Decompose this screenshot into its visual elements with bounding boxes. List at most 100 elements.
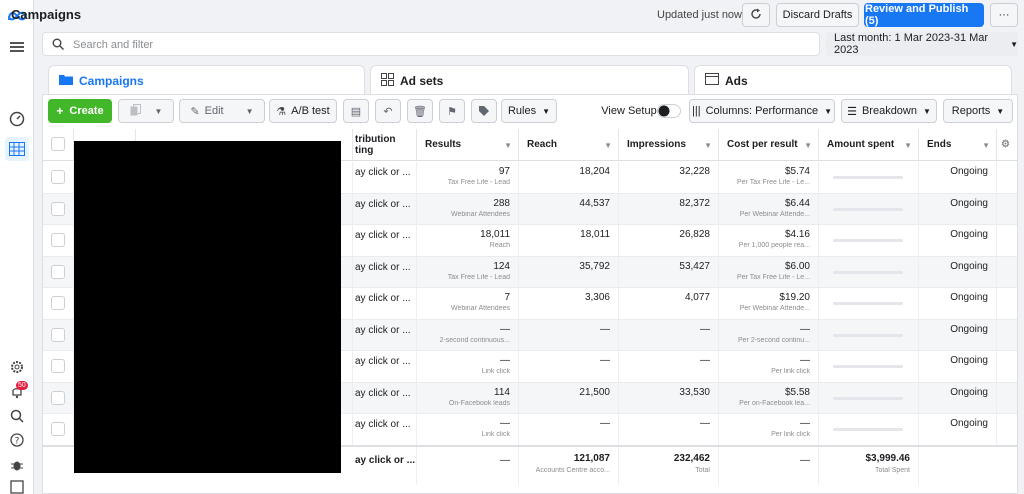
cost-per-result-type: Per Tax Free Life - Le... [736,273,810,281]
breakdown-icon: ☰ [847,105,857,118]
attribution-value: ay click or ... [355,198,411,210]
amount-spent-header[interactable]: Amount spent ▼ [819,129,919,161]
row-checkbox[interactable] [51,201,65,216]
tag-icon[interactable] [471,99,497,123]
dashboard-gauge-icon[interactable] [8,110,26,128]
rules-label: Rules [507,105,537,117]
columns-button[interactable]: ||| Columns: Performance ▼ [689,99,835,123]
impressions-value: 82,372 [679,197,710,209]
row-checkbox[interactable] [51,390,65,405]
ends-value: Ongoing [950,418,988,429]
row-checkbox[interactable] [51,327,65,342]
row-checkbox[interactable] [51,422,65,436]
date-range-picker[interactable]: Last month: 1 Mar 2023-31 Mar 2023 ▼ [826,32,1018,56]
ads-manager-table-icon[interactable] [5,137,29,161]
tab-ad-sets-label: Ad sets [400,73,444,88]
undo-icon[interactable]: ↶ [375,99,401,123]
attribution-value: ay click or ... [355,293,411,304]
bug-report-icon[interactable] [8,456,26,474]
impressions-header[interactable]: Impressions ▼ [619,129,719,161]
search-icon[interactable] [8,407,26,425]
ends-value: Ongoing [950,197,988,209]
tab-ad-sets[interactable]: Ad sets [370,65,689,95]
results-value[interactable]: 124 [493,261,510,272]
results-value[interactable]: — [500,324,510,335]
row-checkbox[interactable] [51,170,65,184]
refresh-button[interactable] [742,3,770,27]
cost-per-result-value: $6.00 [784,260,810,272]
totals-reach: 121,087 [573,453,610,464]
ab-test-label: A/B test [291,105,330,117]
cost-per-result-header[interactable]: Cost per result ▼ [719,129,819,161]
results-value[interactable]: 97 [499,166,510,177]
row-checkbox[interactable] [51,296,65,310]
breakdown-button[interactable]: ☰ Breakdown ▼ [841,99,937,123]
results-value[interactable]: 7 [504,292,510,303]
clipboard-icon[interactable]: ▤ [343,99,369,123]
ab-test-button[interactable]: ⚗ A/B test [269,99,337,123]
reports-icon[interactable] [8,478,26,494]
results-type: 2-second continuous... [439,336,510,344]
select-all-checkbox[interactable] [51,137,65,151]
delete-icon[interactable]: 🗑 [407,99,433,123]
results-header[interactable]: Results ▼ [417,129,519,161]
results-header-label: Results [425,139,462,150]
columns-label: Columns: Performance [705,105,819,117]
attribution-setting-header[interactable]: tribution ting [353,129,417,161]
cost-per-result-type: Per Webinar Attende... [739,305,810,312]
results-value[interactable]: 288 [493,198,510,209]
rules-button[interactable]: Rules ▼ [501,99,557,123]
search-filter-bar[interactable]: Search and filter [42,32,820,56]
reach-header[interactable]: Reach ▼ [519,129,619,161]
totals-cost-per-result: — [800,455,810,466]
create-button[interactable]: + Create [48,99,112,123]
row-checkbox[interactable] [51,264,65,279]
results-type: Webinar Attendees [450,210,510,218]
pin-icon[interactable]: ⚑ [439,99,465,123]
row-checkbox[interactable] [51,233,65,247]
reports-button[interactable]: Reports ▼ [943,99,1013,123]
sort-icon: ▼ [704,141,712,150]
results-value[interactable]: 18,011 [480,229,510,240]
date-range-label: Last month: 1 Mar 2023-31 Mar 2023 [834,32,989,56]
results-value[interactable]: 114 [494,387,510,398]
discard-drafts-button[interactable]: Discard Drafts [776,3,859,27]
duplicate-button[interactable]: ▼ [118,99,174,123]
results-value[interactable]: — [500,418,510,429]
totals-amount-spent: $3,999.46 [865,453,911,464]
chevron-down-icon: ▼ [245,106,254,116]
totals-reach-sub: Accounts Centre acco... [535,467,610,474]
column-settings-icon[interactable]: ⚙ [997,129,1017,161]
review-publish-button[interactable]: Review and Publish (5) [864,3,984,27]
row-checkbox[interactable] [51,359,65,373]
ends-header[interactable]: Ends ▼ [919,129,997,161]
breakdown-label: Breakdown [861,105,917,117]
settings-gear-icon[interactable] [8,358,26,376]
duplicate-icon [130,103,141,119]
tab-ads[interactable]: Ads [694,65,1012,95]
page-title: Campaigns [11,7,82,22]
more-options-button[interactable]: ··· [990,3,1018,27]
edit-button[interactable]: ✎ Edit ▼ [179,99,265,123]
impressions-value: 26,828 [679,229,710,240]
tab-ads-label: Ads [725,73,748,88]
svg-text:?: ? [15,437,20,447]
cost-per-result-value: $5.58 [784,386,810,398]
amount-spent-hidden [833,207,903,211]
folder-icon [59,73,73,88]
tab-campaigns[interactable]: Campaigns [48,65,365,95]
plus-icon: + [56,104,64,118]
cost-per-result-header-label: Cost per result [727,139,798,150]
chevron-down-icon: ▼ [1010,39,1018,49]
help-icon[interactable]: ? [8,431,26,449]
menu-icon[interactable] [8,38,26,56]
cost-per-result-value: $4.16 [784,229,810,240]
attribution-value: ay click or ... [355,419,411,430]
cost-per-result-value: $6.44 [784,197,810,209]
view-setup-toggle[interactable] [657,99,681,123]
impressions-value: 53,427 [679,260,710,272]
reach-header-label: Reach [527,139,558,150]
cost-per-result-value: $5.74 [784,166,810,177]
reach-value: — [600,418,610,429]
results-value[interactable]: — [500,355,510,366]
